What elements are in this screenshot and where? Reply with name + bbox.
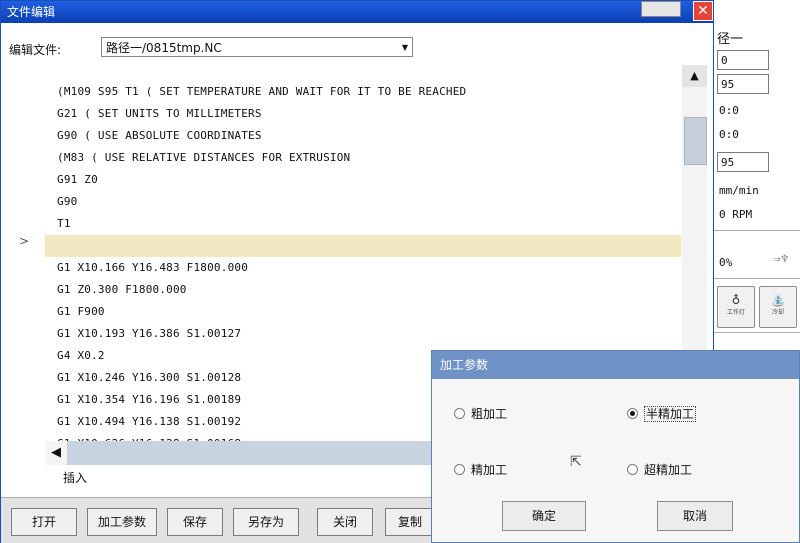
value-field-5[interactable]: 95 — [717, 152, 769, 172]
coolant-label: 冷却 — [771, 309, 784, 316]
value-field-2[interactable]: 95 — [717, 74, 769, 94]
file-select-value: 路径一/0815tmp.NC — [106, 41, 222, 55]
option-finish[interactable]: 精加工 — [454, 461, 507, 478]
ok-button[interactable]: 确定 — [502, 501, 586, 531]
value-text-4: 0:0 — [719, 128, 739, 141]
scroll-thumb[interactable] — [684, 117, 707, 165]
mouse-pointer-icon: ⇱ — [570, 454, 582, 470]
machining-params-dialog: 加工参数 粗加工 半精加工 精加工 超精加工 ⇱ 确定 取消 — [431, 350, 800, 543]
option-ultra-finish-label: 超精加工 — [644, 463, 693, 477]
coolant-icon: ⛲ — [770, 293, 786, 307]
code-line[interactable]: (M83 ( USE RELATIVE DISTANCES FOR EXTRUS… — [45, 147, 681, 169]
percent-label: 0% — [719, 256, 733, 269]
work-lamp-button[interactable]: ♁ 工作灯 — [717, 286, 755, 328]
cancel-button[interactable]: 取消 — [657, 501, 733, 531]
close-icon[interactable]: ✕ — [693, 1, 713, 21]
editor-title-bar: 文件编辑 — [1, 1, 713, 23]
file-select[interactable]: 路径一/0815tmp.NC ▼ — [101, 37, 413, 57]
editor-title: 文件编辑 — [7, 5, 56, 19]
feed-unit-label: mm/min — [719, 184, 759, 197]
option-finish-label: 精加工 — [471, 463, 508, 477]
edit-mode-label: 插入 — [63, 471, 88, 485]
radio-semi-finish[interactable] — [627, 408, 638, 419]
radio-finish[interactable] — [454, 464, 465, 475]
lamp-icon: ♁ — [731, 293, 741, 307]
tool-icon: ⇒♆ — [773, 252, 789, 267]
option-rough-label: 粗加工 — [471, 407, 508, 421]
spindle-rpm-label: 0 RPM — [719, 208, 753, 221]
code-line[interactable]: (M109 S95 T1 ( SET TEMPERATURE AND WAIT … — [45, 81, 681, 103]
panel-divider — [706, 230, 800, 231]
save-button[interactable]: 保存 — [167, 508, 223, 536]
machining-params-button[interactable]: 加工参数 — [87, 508, 157, 536]
radio-rough[interactable] — [454, 408, 465, 419]
option-rough[interactable]: 粗加工 — [454, 405, 507, 422]
copy-button[interactable]: 复制 — [385, 508, 435, 536]
code-line[interactable]: G1 X10.193 Y16.386 S1.00127 — [45, 323, 681, 345]
dialog-title: 加工参数 — [432, 351, 799, 379]
work-lamp-label: 工作灯 — [726, 309, 745, 316]
option-semi-finish-label: 半精加工 — [644, 406, 697, 422]
scroll-left-icon[interactable]: ◀ — [45, 441, 67, 465]
value-text-3: 0:0 — [719, 104, 739, 117]
window-tab-box[interactable] — [641, 1, 681, 17]
code-line[interactable]: G90 — [45, 191, 681, 213]
code-line[interactable]: G1 Z0.300 F1800.000 — [45, 279, 681, 301]
code-line[interactable]: T1 — [45, 213, 681, 235]
value-field-1[interactable]: 0 — [717, 50, 769, 70]
current-line-marker: > — [19, 234, 30, 248]
coolant-button[interactable]: ⛲ 冷却 — [759, 286, 797, 328]
horizontal-scrollbar[interactable]: ◀ — [45, 441, 433, 465]
current-code-line[interactable] — [45, 235, 681, 257]
save-as-button[interactable]: 另存为 — [233, 508, 299, 536]
code-line[interactable]: G1 X10.166 Y16.483 F1800.000 — [45, 257, 681, 279]
code-line[interactable]: G21 ( SET UNITS TO MILLIMETERS — [45, 103, 681, 125]
panel-divider — [706, 278, 800, 279]
radio-ultra-finish[interactable] — [627, 464, 638, 475]
open-button[interactable]: 打开 — [11, 508, 77, 536]
code-line[interactable]: G1 F900 — [45, 301, 681, 323]
scroll-up-icon[interactable]: ▲ — [682, 65, 707, 87]
code-line[interactable]: G90 ( USE ABSOLUTE COORDINATES — [45, 125, 681, 147]
chevron-down-icon: ▼ — [401, 43, 408, 52]
close-button[interactable]: 关闭 — [317, 508, 373, 536]
code-line[interactable]: G91 Z0 — [45, 169, 681, 191]
option-ultra-finish[interactable]: 超精加工 — [627, 461, 692, 478]
file-row: 编辑文件: 路径一/0815tmp.NC ▼ — [1, 37, 713, 59]
panel-divider — [706, 332, 800, 333]
file-label: 编辑文件: — [9, 43, 62, 57]
panel-title: 径一 — [717, 32, 744, 47]
option-semi-finish[interactable]: 半精加工 — [627, 405, 697, 422]
